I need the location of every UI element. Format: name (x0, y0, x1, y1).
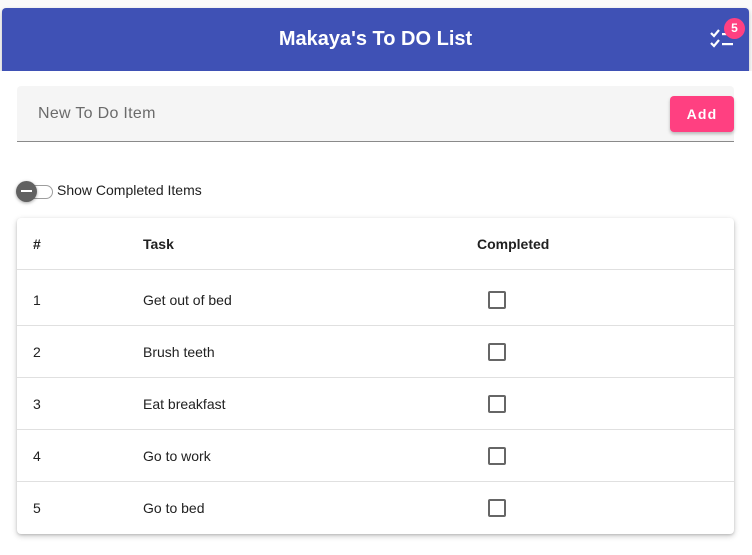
completed-checkbox[interactable] (488, 395, 506, 413)
add-button[interactable]: Add (670, 96, 734, 132)
app-frame: Makaya's To DO List 5 Add Show Completed… (0, 0, 752, 555)
new-item-field: Add (17, 86, 734, 142)
item-count-badge: 5 (724, 18, 745, 39)
toggle-thumb[interactable] (16, 181, 37, 202)
checklist-badge-button[interactable]: 5 (707, 18, 747, 58)
row-num: 4 (33, 448, 41, 464)
row-num: 3 (33, 396, 41, 412)
show-completed-toggle[interactable]: Show Completed Items (16, 180, 276, 204)
header-num: # (33, 236, 41, 252)
row-task: Get out of bed (143, 292, 232, 308)
todo-table: # Task Completed 1 Get out of bed 2 Brus… (17, 218, 734, 534)
row-task: Go to work (143, 448, 211, 464)
toggle-label: Show Completed Items (57, 182, 202, 198)
table-row: 3 Eat breakfast (17, 378, 734, 430)
row-task: Go to bed (143, 500, 205, 516)
table-row: 4 Go to work (17, 430, 734, 482)
table-row: 2 Brush teeth (17, 326, 734, 378)
row-num: 5 (33, 500, 41, 516)
completed-checkbox[interactable] (488, 343, 506, 361)
app-title: Makaya's To DO List (278, 28, 473, 50)
main-content: Add Show Completed Items # Task Complete… (0, 71, 752, 555)
table-row: 5 Go to bed (17, 482, 734, 534)
row-num: 1 (33, 292, 41, 308)
header-completed: Completed (477, 236, 550, 252)
new-item-input[interactable] (17, 86, 657, 141)
table-header-row: # Task Completed (17, 218, 734, 270)
table-row: 1 Get out of bed (17, 274, 734, 326)
completed-checkbox[interactable] (488, 291, 506, 309)
header-task: Task (143, 236, 174, 252)
app-bar: Makaya's To DO List 5 (2, 8, 749, 71)
row-num: 2 (33, 344, 41, 360)
completed-checkbox[interactable] (488, 499, 506, 517)
completed-checkbox[interactable] (488, 447, 506, 465)
row-task: Eat breakfast (143, 396, 226, 412)
row-task: Brush teeth (143, 344, 215, 360)
